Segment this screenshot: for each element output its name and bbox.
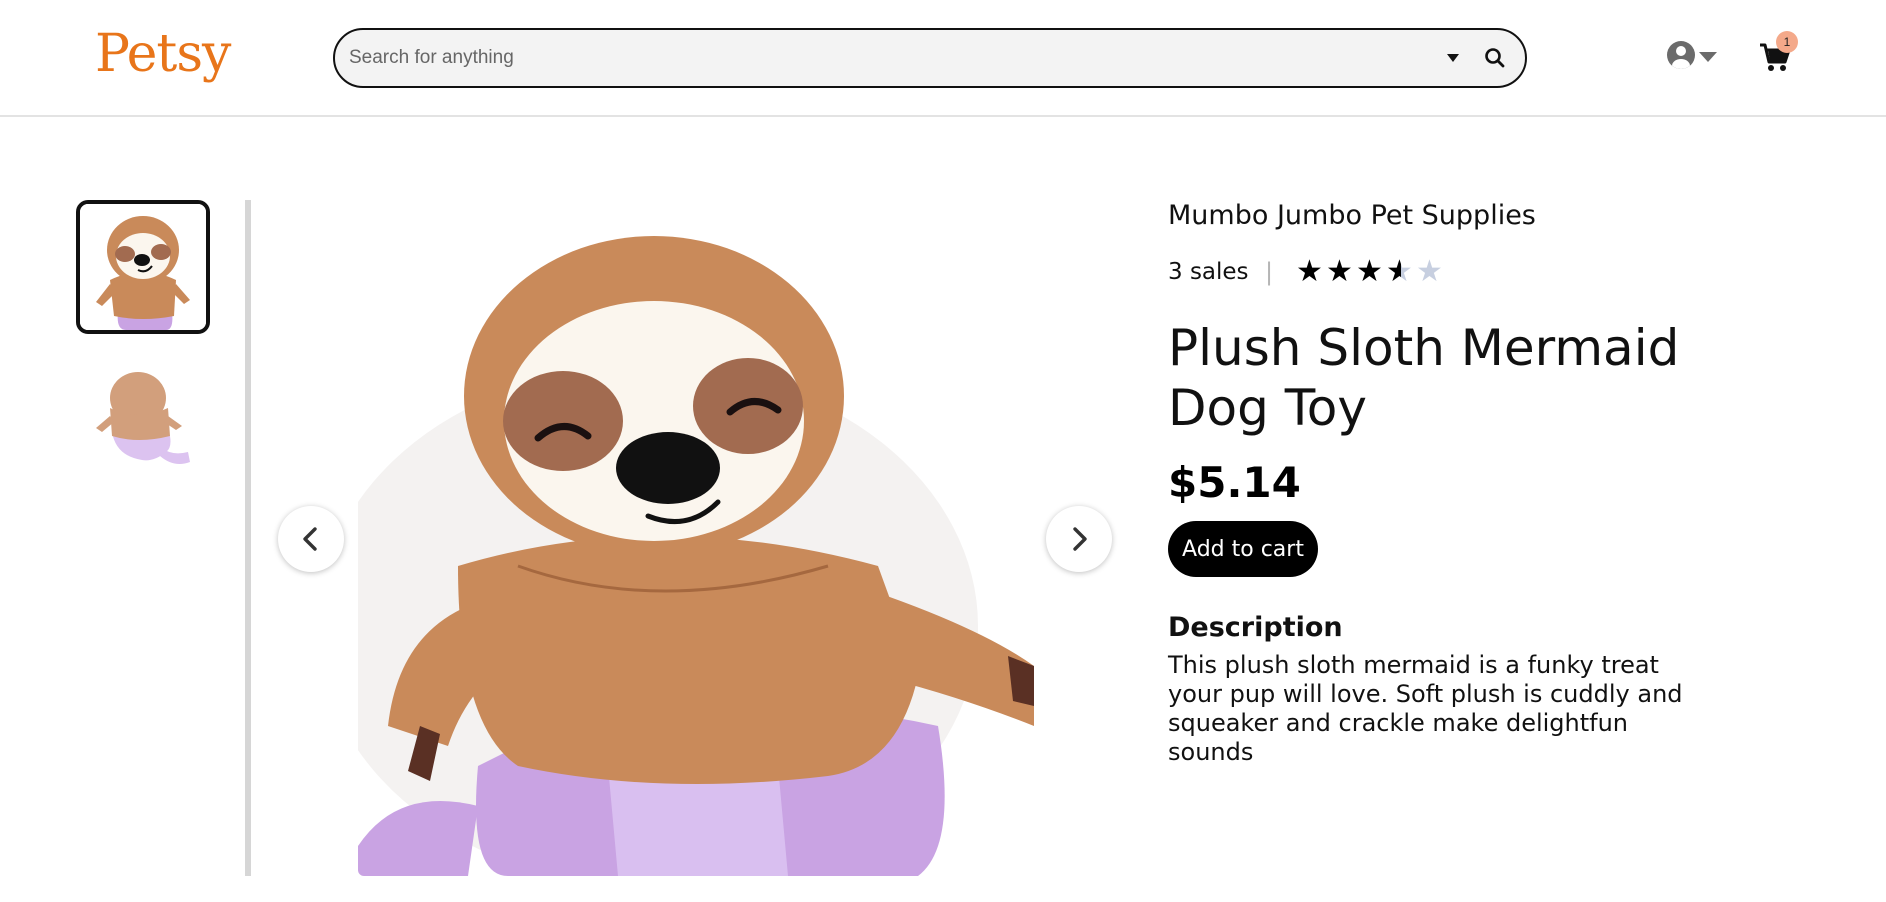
cart-count-badge: 1 (1776, 31, 1798, 53)
user-avatar-icon (1667, 41, 1695, 69)
site-header: Petsy 1 (0, 0, 1886, 117)
search-category-dropdown-icon[interactable] (1441, 46, 1465, 70)
star-icon: ★ (1326, 256, 1356, 288)
thumbnail-sloth-front[interactable] (76, 200, 210, 334)
site-logo[interactable]: Petsy (95, 24, 231, 84)
description-text: This plush sloth mermaid is a funky trea… (1168, 651, 1683, 766)
product-main-image (358, 206, 1034, 876)
search-icon[interactable] (1481, 44, 1509, 72)
description-heading: Description (1168, 612, 1343, 643)
star-rating: ★ ★ ★ ★ ★ (1296, 256, 1446, 290)
account-menu-button[interactable] (1665, 38, 1721, 74)
rating-separator: | (1265, 258, 1274, 286)
chevron-left-icon (303, 527, 317, 551)
add-to-cart-button[interactable]: Add to cart (1168, 521, 1318, 577)
star-icon: ★ (1416, 256, 1446, 288)
gallery-divider (245, 200, 251, 876)
chevron-right-icon (1073, 527, 1087, 551)
star-icon: ★ (1356, 256, 1386, 288)
shop-name-link[interactable]: Mumbo Jumbo Pet Supplies (1168, 200, 1536, 231)
chevron-down-icon (1699, 52, 1717, 62)
previous-image-button[interactable] (278, 506, 344, 572)
search-input[interactable] (349, 30, 1349, 86)
product-title: Plush Sloth Mermaid Dog Toy (1168, 319, 1680, 437)
star-icon: ★ (1296, 256, 1326, 288)
next-image-button[interactable] (1046, 506, 1112, 572)
thumbnail-sloth-back[interactable] (76, 352, 210, 486)
search-bar (333, 28, 1527, 88)
product-price: $5.14 (1168, 458, 1301, 507)
star-icon: ★ (1386, 256, 1416, 288)
sales-count: 3 sales (1168, 259, 1249, 285)
